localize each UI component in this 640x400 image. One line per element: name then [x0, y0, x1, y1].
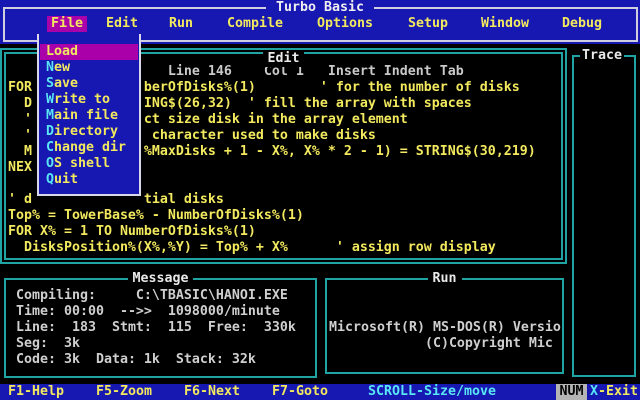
- menu-item-options[interactable]: Options: [317, 16, 373, 32]
- turbo-basic-screen: Turbo Basic File Edit Run Compile Option…: [0, 0, 640, 400]
- file-menu-item-load-hotkey: L: [46, 44, 54, 59]
- file-menu-item-new-label: ew: [54, 60, 70, 75]
- menu-item-debug[interactable]: Debug: [562, 16, 602, 32]
- message-window-text: Compiling: C:\TBASIC\HANOI.EXE Time: 00:…: [15, 288, 296, 367]
- file-menu-item-quit[interactable]: Quit: [39, 172, 139, 188]
- run-window-title: Run: [427, 271, 462, 287]
- statusbar-x-exit[interactable]: X-Exit: [590, 384, 638, 400]
- statusbar-f7-goto[interactable]: F7-Goto: [272, 384, 328, 400]
- file-menu-item-save-label: ave: [54, 76, 78, 91]
- file-menu-item-main-file-label: ain file: [54, 108, 118, 123]
- run-window-text: Microsoft(R) MS-DOS(R) Versio (C)Copyrig…: [329, 320, 561, 351]
- trace-window-title: Trace: [580, 48, 624, 64]
- status-bar: F1-Help F5-Zoom F6-Next F7-Goto SCROLL-S…: [0, 384, 640, 400]
- file-menu-item-change-dir-hotkey: C: [46, 140, 54, 155]
- menu-item-compile[interactable]: Compile: [227, 16, 283, 32]
- file-menu-item-new-hotkey: N: [46, 60, 54, 75]
- file-menu-item-new[interactable]: New: [39, 60, 139, 76]
- statusbar-scroll-hint: SCROLL-Size/move: [368, 384, 496, 399]
- message-window-title: Message: [127, 271, 194, 287]
- file-menu-item-write-to-hotkey: W: [46, 92, 54, 107]
- app-title-text: Turbo Basic: [266, 0, 374, 15]
- menu-item-window[interactable]: Window: [481, 16, 529, 32]
- app-title: Turbo Basic: [0, 0, 640, 16]
- statusbar-f1-help[interactable]: F1-Help: [8, 384, 64, 400]
- file-menu-item-directory[interactable]: Directory: [39, 124, 139, 140]
- file-menu-item-write-to-label: rite to: [54, 92, 110, 107]
- file-menu-item-main-file-hotkey: M: [46, 108, 54, 123]
- file-menu-item-load[interactable]: Load: [40, 44, 138, 60]
- menu-item-setup[interactable]: Setup: [408, 16, 448, 32]
- num-lock-indicator: NUM: [556, 384, 587, 400]
- file-menu-item-write-to[interactable]: Write to: [39, 92, 139, 108]
- statusbar-x-exit-hotkey: X: [590, 384, 598, 399]
- file-menu-item-change-dir[interactable]: Change dir: [39, 140, 139, 156]
- file-menu-item-os-shell[interactable]: OS shell: [39, 156, 139, 172]
- file-menu-item-quit-label: uit: [54, 172, 78, 187]
- file-dropdown-menu: Load New Save Write to Main file Directo…: [37, 34, 141, 196]
- menu-item-file[interactable]: File: [47, 16, 87, 32]
- file-menu-item-main-file[interactable]: Main file: [39, 108, 139, 124]
- file-menu-item-quit-hotkey: Q: [46, 172, 54, 187]
- file-menu-item-save[interactable]: Save: [39, 76, 139, 92]
- file-menu-item-load-label: oad: [54, 44, 78, 59]
- file-menu-item-save-hotkey: S: [46, 76, 54, 91]
- menu-item-edit[interactable]: Edit: [106, 16, 138, 32]
- file-menu-item-directory-label: irectory: [54, 124, 118, 139]
- file-menu-item-change-dir-label: hange dir: [54, 140, 126, 155]
- trace-window: [572, 55, 636, 377]
- file-menu-item-directory-hotkey: D: [46, 124, 54, 139]
- menu-item-run[interactable]: Run: [169, 16, 193, 32]
- edit-window-title: Edit: [262, 51, 305, 67]
- file-menu-item-os-shell-label: S shell: [54, 156, 110, 171]
- file-menu-item-os-shell-hotkey: O: [46, 156, 54, 171]
- statusbar-f5-zoom[interactable]: F5-Zoom: [96, 384, 152, 400]
- statusbar-f6-next[interactable]: F6-Next: [184, 384, 240, 400]
- statusbar-x-exit-label: -Exit: [598, 384, 638, 399]
